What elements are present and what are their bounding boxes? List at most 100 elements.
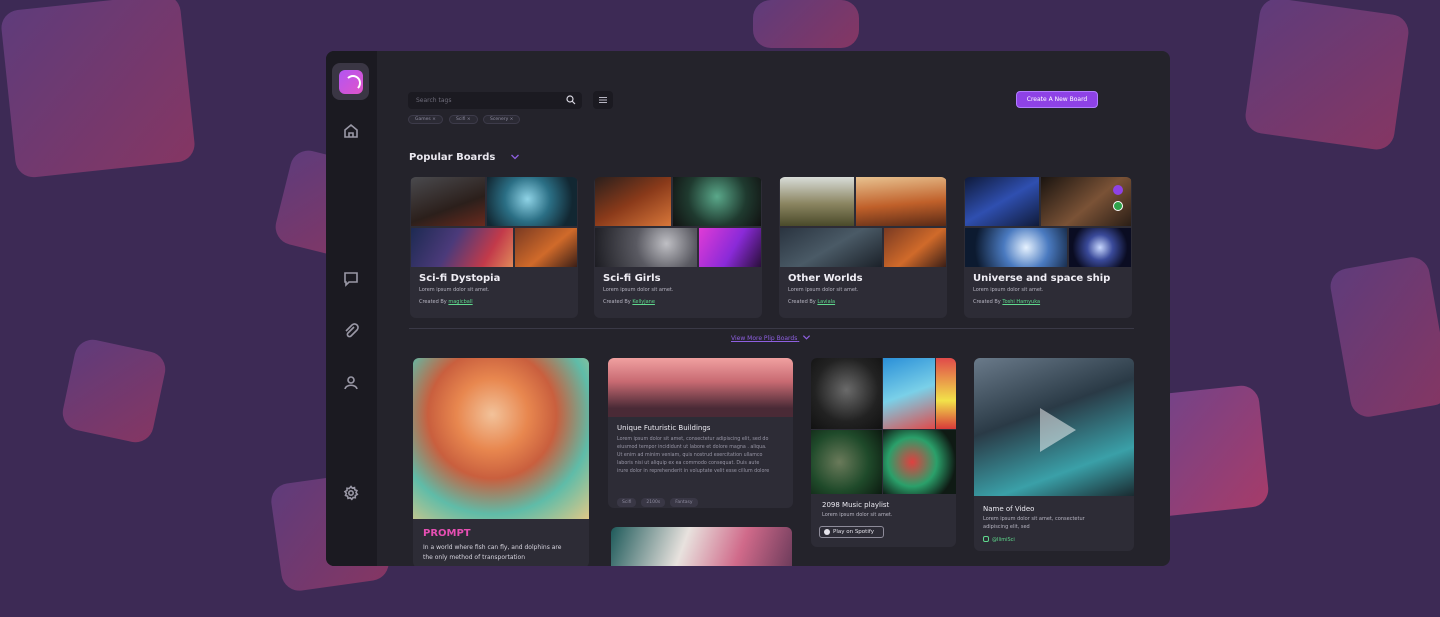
tag-chip-scenery[interactable]: Scenery × [483, 115, 521, 124]
card-image [611, 527, 792, 566]
tag[interactable]: Scifi [617, 498, 637, 507]
filter-button[interactable] [593, 91, 613, 109]
image-card[interactable] [611, 527, 792, 566]
author-link[interactable]: Kellyjane [632, 299, 655, 305]
sliders-icon [599, 97, 607, 103]
link-icon[interactable] [1113, 201, 1123, 211]
playlist-title: 2098 Music playlist [822, 501, 890, 509]
album-cover [936, 358, 956, 429]
author-link[interactable]: Laviala [817, 299, 835, 305]
board-credit: Created By Kellyjane [603, 299, 655, 305]
board-card-scifi-girls[interactable]: Sci-fi Girls Lorem ipsum dolor sit amet.… [594, 177, 762, 318]
article-text-line: Ut enim ad minim veniam, quis nostrud ex… [617, 453, 763, 458]
created-by-label: Created By [788, 299, 816, 305]
background-tile [59, 336, 169, 446]
board-description: Lorem ipsum dolor sit amet. [603, 287, 674, 293]
board-card-scifi-dystopia[interactable]: Sci-fi Dystopia Lorem ipsum dolor sit am… [410, 177, 578, 318]
search-placeholder: Search tags [416, 97, 452, 104]
playlist-card[interactable]: 2098 Music playlist Lorem ipsum dolor si… [811, 358, 956, 547]
view-more-label: View More Plip Boards [731, 335, 798, 342]
home-icon[interactable] [339, 119, 363, 143]
article-image [608, 358, 793, 417]
article-tags: Scifi 2100s Fantasy [617, 488, 703, 507]
board-collage [595, 177, 761, 267]
board-title: Sci-fi Girls [603, 273, 661, 284]
sidebar [326, 51, 377, 566]
tag-chip-games[interactable]: Games × [408, 115, 443, 124]
settings-gear-icon[interactable] [339, 481, 363, 505]
chevron-down-icon[interactable] [510, 152, 520, 162]
tag[interactable]: 2100s [641, 498, 666, 507]
album-cover [883, 358, 935, 429]
tag-chip-label: Scifi [456, 117, 466, 122]
search-input[interactable]: Search tags [408, 92, 582, 109]
board-title: Sci-fi Dystopia [419, 273, 501, 284]
video-title: Name of Video [983, 505, 1035, 513]
background-tile [1243, 0, 1411, 152]
album-cover [811, 430, 882, 494]
created-by-label: Created By [973, 299, 1001, 305]
create-board-button[interactable]: Create A New Board [1016, 91, 1098, 108]
prompt-text-line: the only method of transportation [423, 554, 526, 561]
section-title: Popular Boards [409, 152, 496, 163]
board-collage [965, 177, 1131, 267]
video-card[interactable]: Name of Video Lorem ipsum dolor sit amet… [974, 358, 1134, 551]
board-credit: Created By Toshi Hamyuka [973, 299, 1040, 305]
divider [409, 328, 1134, 329]
user-icon[interactable] [339, 371, 363, 395]
spotify-icon [824, 529, 830, 535]
handle-label: @IlimiSci [992, 537, 1015, 543]
view-more-link[interactable]: View More Plip Boards [731, 333, 811, 342]
play-on-spotify-label: Play on Spotify [833, 529, 874, 535]
article-title: Unique Futuristic Buildings [617, 424, 711, 432]
author-link[interactable]: magicball [448, 299, 472, 305]
logo-icon [338, 69, 363, 94]
instagram-icon [983, 536, 989, 542]
board-credit: Created By magicball [419, 299, 473, 305]
tag-chip-label: Scenery [490, 117, 509, 122]
edit-icon[interactable] [1113, 185, 1123, 195]
board-card-universe-space-ship[interactable]: Universe and space ship Lorem ipsum dolo… [964, 177, 1132, 318]
background-tile [1327, 254, 1440, 420]
app-window: Search tags Games × Scifi × Scenery × Cr… [326, 51, 1170, 566]
board-description: Lorem ipsum dolor sit amet. [973, 287, 1044, 293]
video-description-line: adipiscing elit, sed [983, 524, 1030, 530]
play-on-spotify-button[interactable]: Play on Spotify [819, 526, 884, 538]
chat-icon[interactable] [339, 267, 363, 291]
prompt-text-line: In a world where fish can fly, and dolph… [423, 544, 562, 551]
article-text-line: eiusmod tempor incididunt ut labore et d… [617, 445, 767, 450]
chevron-down-icon [803, 335, 811, 340]
tag[interactable]: Fantasy [670, 498, 698, 507]
background-tile [753, 0, 859, 48]
board-collage [411, 177, 577, 267]
video-description-line: Lorem ipsum dolor sit amet, consectetur [983, 516, 1085, 522]
article-card[interactable]: Unique Futuristic Buildings Lorem ipsum … [608, 358, 793, 508]
tag-chip-label: Games [415, 117, 431, 122]
created-by-label: Created By [419, 299, 447, 305]
created-by-label: Created By [603, 299, 631, 305]
article-text-line: irure dolor in reprehenderit in voluptat… [617, 469, 770, 474]
background-tile [0, 0, 197, 179]
playlist-description: Lorem ipsum dolor sit amet. [822, 512, 893, 518]
album-cover [883, 430, 956, 494]
board-collage [780, 177, 946, 267]
app-logo[interactable] [332, 63, 369, 100]
board-credit: Created By Laviala [788, 299, 835, 305]
search-icon[interactable] [566, 95, 576, 105]
board-card-other-worlds[interactable]: Other Worlds Lorem ipsum dolor sit amet.… [779, 177, 947, 318]
board-description: Lorem ipsum dolor sit amet. [788, 287, 859, 293]
author-link[interactable]: Toshi Hamyuka [1002, 299, 1040, 305]
article-text-line: laboris nisi ut aliquip ex ea commodo co… [617, 461, 760, 466]
paperclip-icon[interactable] [339, 319, 363, 343]
play-icon[interactable] [1040, 408, 1076, 452]
prompt-image [413, 358, 589, 519]
album-cover [811, 358, 882, 429]
board-description: Lorem ipsum dolor sit amet. [419, 287, 490, 293]
article-text-line: Lorem ipsum dolor sit amet, consectetur … [617, 437, 769, 442]
board-title: Other Worlds [788, 273, 863, 284]
tag-chip-scifi[interactable]: Scifi × [449, 115, 478, 124]
prompt-card[interactable]: PROMPT In a world where fish can fly, an… [413, 358, 589, 566]
prompt-label: PROMPT [423, 528, 471, 539]
instagram-handle-link[interactable]: @IlimiSci [983, 536, 1015, 543]
board-title: Universe and space ship [973, 273, 1111, 284]
